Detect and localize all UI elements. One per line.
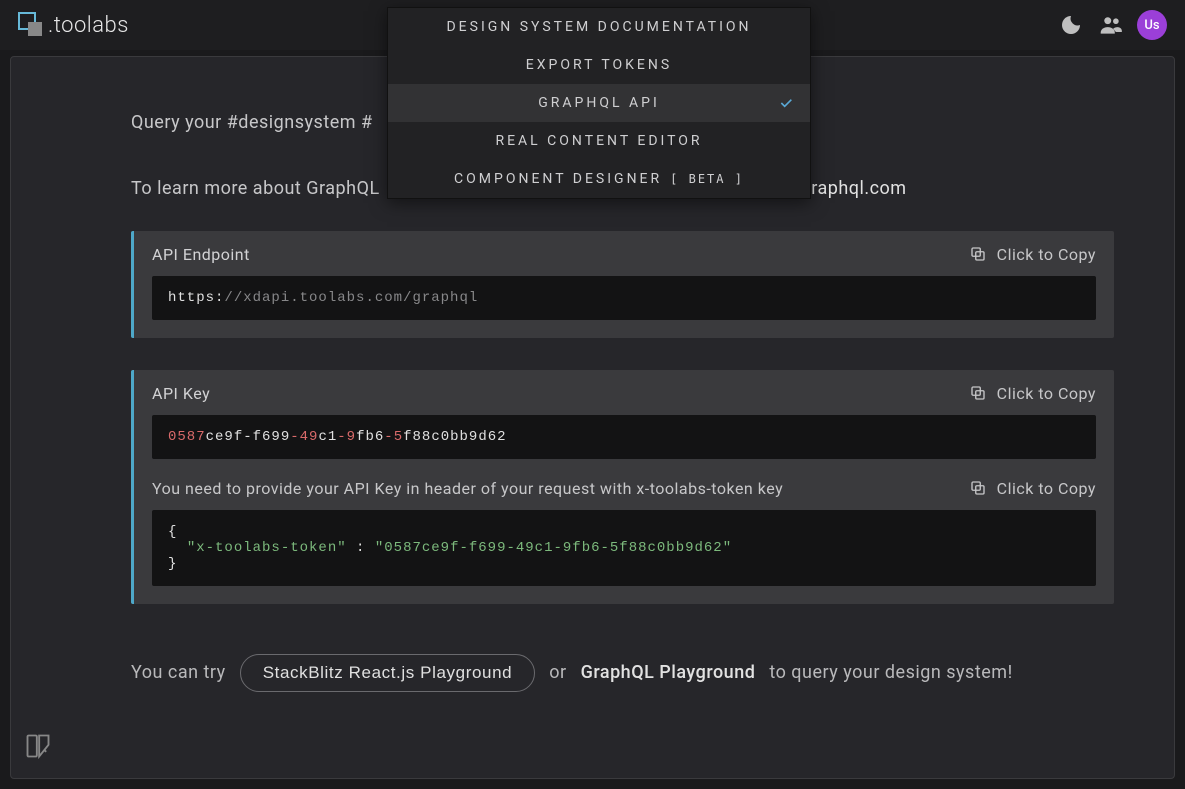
key-seg: f88c0bb9d62 <box>403 429 506 445</box>
key-seg: -5 <box>384 429 403 445</box>
dropdown-item-label: COMPONENT DESIGNER <box>454 171 662 187</box>
header-codebox: { "x-toolabs-token" : "0587ce9f-f699-49c… <box>152 510 1096 586</box>
header-note-text: You need to provide your API Key in head… <box>152 479 783 498</box>
endpoint-scheme: https: <box>168 290 224 306</box>
key-seg: -9 <box>337 429 356 445</box>
header-note-row: You need to provide your API Key in head… <box>152 479 1096 498</box>
check-icon <box>778 95 794 111</box>
footer-or: or <box>549 662 566 683</box>
endpoint-path: //xdapi.toolabs.com/graphql <box>224 290 478 306</box>
dropdown-item-label: REAL CONTENT EDITOR <box>495 133 702 149</box>
copy-apikey-button[interactable]: Click to Copy <box>969 384 1096 403</box>
copy-header-label: Click to Copy <box>997 479 1096 498</box>
json-colon: : <box>347 540 375 556</box>
api-key-block: API Key Click to Copy 0587ce9f-f699-49c1… <box>131 370 1114 604</box>
copy-header-button[interactable]: Click to Copy <box>969 479 1096 498</box>
copy-icon <box>969 245 987 263</box>
theme-toggle-icon[interactable] <box>1057 11 1085 39</box>
logo-text: .toolabs <box>48 13 129 38</box>
key-seg: fb6 <box>356 429 384 445</box>
copy-icon <box>969 384 987 402</box>
api-key-title: API Key <box>152 384 210 403</box>
learn-more-prefix: To learn more about GraphQL <box>131 178 380 199</box>
copy-icon <box>969 479 987 497</box>
key-seg: c1 <box>318 429 337 445</box>
key-seg: -49 <box>290 429 318 445</box>
topbar-actions: Us <box>1057 10 1167 40</box>
logo-icon <box>18 12 44 38</box>
api-endpoint-block: API Endpoint Click to Copy https://xdapi… <box>131 231 1114 338</box>
dropdown-item-graphql-api[interactable]: GRAPHQL API <box>388 84 810 122</box>
key-seg: 0587 <box>168 429 206 445</box>
footer-line: You can try StackBlitz React.js Playgrou… <box>131 654 1114 692</box>
copy-endpoint-button[interactable]: Click to Copy <box>969 245 1096 264</box>
api-endpoint-title: API Endpoint <box>152 245 250 264</box>
dropdown-item-component-designer[interactable]: COMPONENT DESIGNER [ BETA ] <box>388 160 810 198</box>
stackblitz-button[interactable]: StackBlitz React.js Playground <box>240 654 536 692</box>
dropdown-item-label: EXPORT TOKENS <box>526 57 672 73</box>
dropdown-item-export-tokens[interactable]: EXPORT TOKENS <box>388 46 810 84</box>
avatar[interactable]: Us <box>1137 10 1167 40</box>
graphql-playground-link[interactable]: GraphQL Playground <box>581 662 756 683</box>
team-icon[interactable] <box>1097 11 1125 39</box>
beta-badge: [ BETA ] <box>670 172 744 186</box>
dropdown-item-real-content-editor[interactable]: REAL CONTENT EDITOR <box>388 122 810 160</box>
json-brace: { <box>168 524 177 540</box>
key-seg: ce9f-f699 <box>206 429 291 445</box>
dropdown-item-label: GRAPHQL API <box>538 95 660 111</box>
logo[interactable]: .toolabs <box>18 12 129 38</box>
copy-endpoint-label: Click to Copy <box>997 245 1096 264</box>
api-key-header: API Key Click to Copy <box>152 384 1096 403</box>
apikey-codebox: 0587ce9f-f699-49c1-9fb6-5f88c0bb9d62 <box>152 415 1096 459</box>
copy-apikey-label: Click to Copy <box>997 384 1096 403</box>
footer-suffix: to query your design system! <box>769 662 1012 683</box>
design-panel-icon[interactable] <box>24 732 52 760</box>
footer-prefix: You can try <box>131 662 226 683</box>
endpoint-codebox: https://xdapi.toolabs.com/graphql <box>152 276 1096 320</box>
section-dropdown: DESIGN SYSTEM DOCUMENTATION EXPORT TOKEN… <box>387 7 811 199</box>
dropdown-item-label: DESIGN SYSTEM DOCUMENTATION <box>446 19 751 35</box>
json-brace: } <box>168 556 177 572</box>
api-endpoint-header: API Endpoint Click to Copy <box>152 245 1096 264</box>
json-key: "x-toolabs-token" <box>187 540 347 556</box>
side-rail <box>11 57 65 778</box>
dropdown-item-documentation[interactable]: DESIGN SYSTEM DOCUMENTATION <box>388 8 810 46</box>
json-value: "0587ce9f-f699-49c1-9fb6-5f88c0bb9d62" <box>375 540 732 556</box>
